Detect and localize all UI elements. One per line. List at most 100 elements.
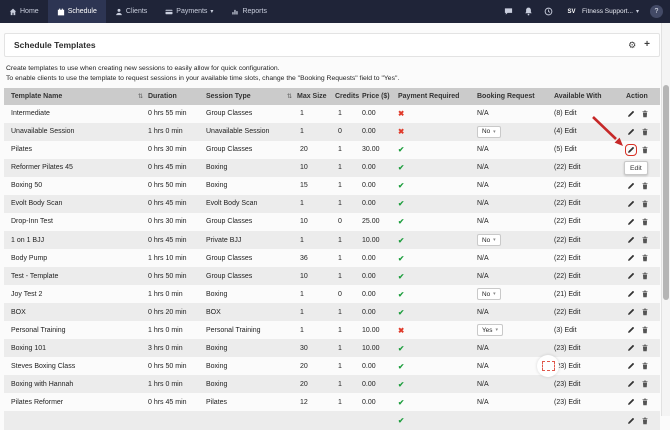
- scrollbar-thumb[interactable]: [663, 85, 669, 300]
- credits-cell: 1: [331, 381, 358, 388]
- available-with-cell: (22) Edit: [550, 218, 622, 225]
- price-cell: 10.00: [358, 345, 394, 352]
- delete-icon[interactable]: [641, 146, 649, 154]
- edit-icon[interactable]: [627, 380, 635, 388]
- available-with-edit-link[interactable]: (22) Edit: [554, 237, 580, 244]
- avatar: SV: [564, 4, 579, 19]
- delete-icon[interactable]: [641, 236, 649, 244]
- edit-icon[interactable]: [627, 308, 635, 316]
- trash-icon: [641, 182, 649, 190]
- max-size-cell: 15: [293, 182, 331, 189]
- edit-icon[interactable]: [627, 146, 635, 154]
- edit-icon[interactable]: [627, 344, 635, 352]
- available-with-edit-link[interactable]: (8) Edit: [554, 110, 577, 117]
- booking-request-select[interactable]: No▾: [477, 126, 501, 138]
- chat-icon[interactable]: [504, 7, 513, 16]
- add-template-icon[interactable]: +: [644, 40, 650, 50]
- available-with-edit-link[interactable]: (22) Edit: [554, 218, 580, 225]
- template-name-cell: Drop-Inn Test: [4, 218, 144, 225]
- edit-icon[interactable]: [627, 362, 635, 370]
- available-with-edit-link[interactable]: (3) Edit: [554, 327, 577, 334]
- delete-icon[interactable]: [641, 254, 649, 262]
- template-name-cell: Boxing 101: [4, 345, 144, 352]
- edit-icon[interactable]: [627, 200, 635, 208]
- edit-icon[interactable]: [627, 128, 635, 136]
- gear-icon[interactable]: ⚙: [628, 41, 636, 50]
- available-with-edit-link[interactable]: (23) Edit: [554, 399, 580, 406]
- nav-item-payments[interactable]: Payments ▾: [156, 0, 222, 23]
- available-with-edit-link[interactable]: (22) Edit: [554, 164, 580, 171]
- edit-icon[interactable]: [627, 254, 635, 262]
- action-cell: [622, 398, 660, 406]
- delete-icon[interactable]: [641, 308, 649, 316]
- available-with-cell: (5) Edit: [550, 146, 622, 153]
- help-icon[interactable]: ?: [650, 5, 663, 18]
- delete-icon[interactable]: [641, 326, 649, 334]
- delete-icon[interactable]: [641, 362, 649, 370]
- table-row: 1 on 1 BJJ0 hrs 45 minPrivate BJJ1110.00…: [4, 231, 660, 249]
- available-with-edit-link[interactable]: (22) Edit: [554, 309, 580, 316]
- nav-label: Payments: [176, 8, 207, 15]
- check-icon: ✔: [398, 163, 404, 172]
- edit-icon[interactable]: [627, 236, 635, 244]
- booking-request-cell: N/A: [473, 110, 550, 117]
- check-icon: ✔: [398, 398, 404, 407]
- delete-icon[interactable]: [641, 200, 649, 208]
- available-with-edit-link[interactable]: (23) Edit: [554, 345, 580, 352]
- user-menu[interactable]: SV Fitness Support... ▾: [564, 4, 639, 19]
- nav-item-clients[interactable]: Clients: [106, 0, 156, 23]
- delete-icon[interactable]: [641, 272, 649, 280]
- templates-table: Template Name⇅ Duration Session Type⇅ Ma…: [4, 88, 660, 430]
- price-cell: 0.00: [358, 381, 394, 388]
- edit-icon[interactable]: [627, 218, 635, 226]
- edit-icon[interactable]: [627, 398, 635, 406]
- available-with-edit-link[interactable]: (23) Edit: [554, 381, 580, 388]
- available-with-edit-link[interactable]: (22) Edit: [554, 273, 580, 280]
- edit-icon[interactable]: [627, 182, 635, 190]
- chevron-down-icon: ▾: [636, 8, 639, 15]
- delete-icon[interactable]: [641, 128, 649, 136]
- nav-item-schedule[interactable]: Schedule: [48, 0, 106, 23]
- delete-icon[interactable]: [641, 417, 649, 425]
- available-with-edit-link[interactable]: (21) Edit: [554, 291, 580, 298]
- session-type-cell: Boxing: [202, 381, 293, 388]
- booking-request-cell: N/A: [473, 146, 550, 153]
- session-type-cell: Group Classes: [202, 273, 293, 280]
- scrollbar-track[interactable]: [661, 23, 670, 416]
- edit-icon[interactable]: [627, 290, 635, 298]
- booking-request-select[interactable]: Yes▾: [477, 324, 503, 336]
- price-cell: 0.00: [358, 200, 394, 207]
- pencil-icon: [627, 146, 635, 154]
- edit-icon[interactable]: [627, 110, 635, 118]
- delete-icon[interactable]: [641, 182, 649, 190]
- delete-icon[interactable]: [641, 218, 649, 226]
- available-with-edit-link[interactable]: (5) Edit: [554, 146, 577, 153]
- booking-request-select[interactable]: No▾: [477, 234, 501, 246]
- sort-icon[interactable]: ⇅: [287, 93, 292, 100]
- nav-item-home[interactable]: Home: [0, 0, 48, 23]
- delete-icon[interactable]: [641, 290, 649, 298]
- available-with-edit-link[interactable]: (22) Edit: [554, 200, 580, 207]
- delete-icon[interactable]: [641, 110, 649, 118]
- delete-icon[interactable]: [641, 380, 649, 388]
- table-row: Intermediate0 hrs 55 minGroup Classes110…: [4, 105, 660, 123]
- trash-icon: [641, 380, 649, 388]
- edit-icon[interactable]: [627, 272, 635, 280]
- available-with-edit-link[interactable]: (22) Edit: [554, 182, 580, 189]
- edit-icon[interactable]: [627, 417, 635, 425]
- delete-icon[interactable]: [641, 398, 649, 406]
- sort-icon[interactable]: ⇅: [138, 93, 143, 100]
- table-row: Body Pump1 hrs 10 minGroup Classes3610.0…: [4, 249, 660, 267]
- available-with-edit-link[interactable]: (4) Edit: [554, 128, 577, 135]
- selection-marker-icon: [537, 355, 559, 377]
- duration-cell: 3 hrs 0 min: [144, 345, 202, 352]
- delete-icon[interactable]: [641, 344, 649, 352]
- clock-icon[interactable]: [544, 7, 553, 16]
- edit-icon[interactable]: [627, 326, 635, 334]
- available-with-edit-link[interactable]: (22) Edit: [554, 255, 580, 262]
- bell-icon[interactable]: [524, 7, 533, 16]
- duration-cell: 0 hrs 50 min: [144, 363, 202, 370]
- template-name-cell: Unavailable Session: [4, 128, 144, 135]
- nav-item-reports[interactable]: Reports: [222, 0, 276, 23]
- booking-request-select[interactable]: No▾: [477, 288, 501, 300]
